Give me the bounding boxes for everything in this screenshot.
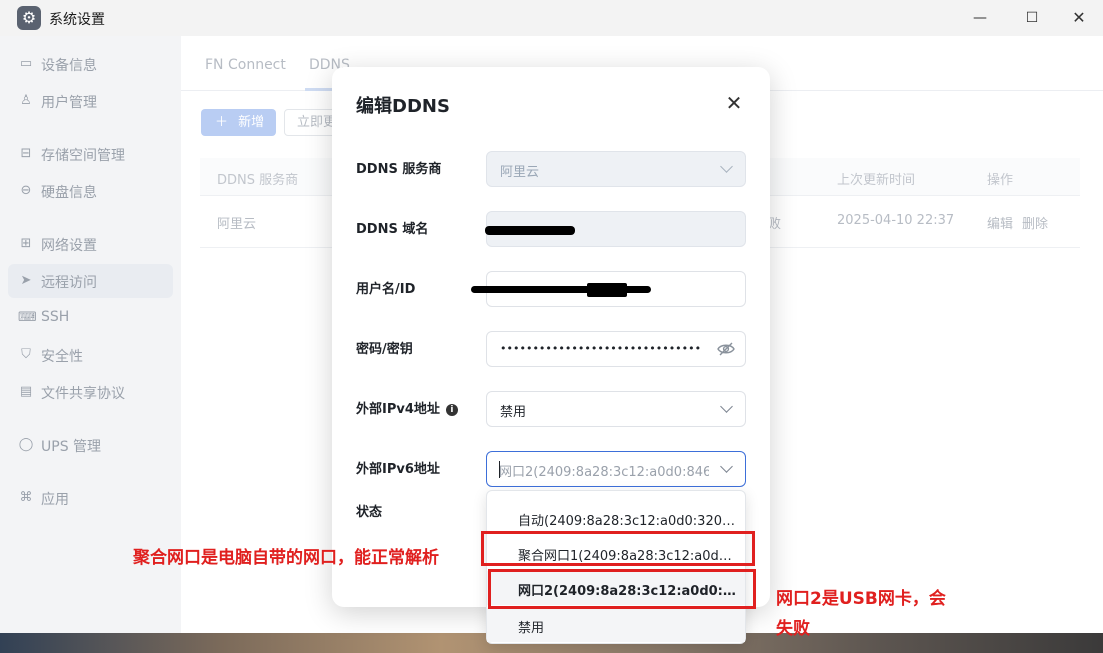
ups-icon: ◯ (18, 437, 34, 452)
sidebar-item-device-info[interactable]: ▭ 设备信息 (8, 47, 173, 81)
add-button-label: 新增 (238, 115, 265, 130)
sidebar-item-disks[interactable]: ⊖ 硬盘信息 (8, 174, 173, 208)
dropdown-option-disabled[interactable]: 禁用 (487, 608, 745, 642)
domain-label: DDNS 域名 (356, 222, 429, 237)
sidebar-item-security[interactable]: ⛉ 安全性 (8, 338, 173, 372)
storage-icon: ⊟ (20, 146, 32, 161)
chevron-down-icon (719, 401, 735, 417)
ipv6-select[interactable]: 网口2(2409:8a28:3c12:a0d0:8462:6 (486, 451, 746, 487)
close-icon[interactable]: ✕ (722, 91, 746, 115)
close-window-button[interactable]: ✕ (1065, 6, 1093, 30)
username-field[interactable] (471, 271, 746, 307)
password-value: ••••••••••••••••••••••••••••••• (500, 342, 702, 355)
ipv4-value: 禁用 (500, 405, 527, 420)
sidebar-item-network[interactable]: ⊞ 网络设置 (8, 227, 173, 261)
ipv6-dropdown-menu: 自动(2409:8a28:3c12:a0d0:3204:3... 聚合网口1(2… (486, 490, 746, 644)
gear-icon: ⚙ (17, 6, 41, 30)
sidebar-item-label: 用户管理 (41, 95, 97, 111)
remote-access-icon: ➤ (20, 273, 32, 288)
dropdown-option-auto[interactable]: 自动(2409:8a28:3c12:a0d0:3204:3... (487, 501, 745, 535)
provider-select[interactable]: 阿里云 (486, 151, 746, 187)
sidebar-item-label: 网络设置 (41, 238, 97, 254)
chevron-down-icon (719, 461, 735, 477)
title-bar: ⚙ 系统设置 — ☐ ✕ (0, 0, 1103, 36)
annotation-note-left: 聚合网口是电脑自带的网口，能正常解析 (133, 548, 439, 568)
sidebar-item-label: 安全性 (41, 349, 83, 365)
sidebar-item-label: 设备信息 (41, 58, 97, 74)
disk-icon: ⊖ (20, 183, 32, 198)
status-label: 状态 (356, 505, 383, 520)
domain-field[interactable] (485, 211, 746, 247)
delete-link[interactable]: 删除 (1022, 213, 1048, 232)
sidebar-item-label: 文件共享协议 (41, 386, 125, 402)
password-field[interactable]: ••••••••••••••••••••••••••••••• (486, 331, 746, 367)
provider-label: DDNS 服务商 (356, 162, 442, 177)
annotation-box-bond (481, 531, 755, 566)
sidebar-item-label: SSH (41, 309, 70, 325)
file-share-icon: ▤ (19, 384, 33, 399)
dialog-title: 编辑DDNS (356, 96, 450, 117)
minimize-button[interactable]: — (966, 6, 994, 30)
sidebar-item-remote-access[interactable]: ➤ 远程访问 (8, 264, 173, 298)
window-title: 系统设置 (49, 12, 105, 28)
maximize-button[interactable]: ☐ (1018, 6, 1046, 30)
sidebar-item-label: 远程访问 (41, 275, 97, 291)
option-label: 自动(2409:8a28:3c12:a0d0:3204:3... (518, 514, 738, 529)
column-header-provider: DDNS 服务商 (217, 173, 299, 188)
eye-off-icon[interactable] (717, 342, 735, 356)
cell-provider: 阿里云 (217, 217, 257, 232)
chevron-down-icon (719, 161, 735, 177)
annotation-box-port2 (488, 569, 756, 609)
tab-fn-connect[interactable]: FN Connect (205, 57, 286, 73)
redaction-mark (587, 283, 627, 297)
password-label: 密码/密钥 (356, 342, 413, 357)
ipv4-label-text: 外部IPv4地址 (356, 402, 440, 417)
ipv4-label: 外部IPv4地址 i (356, 398, 458, 417)
annotation-note-right-line1: 网口2是USB网卡，会 (776, 589, 946, 609)
shield-icon: ⛉ (21, 347, 31, 362)
ssh-icon: ⌨ (18, 310, 37, 325)
annotation-note-right-line2: 失败 (776, 619, 810, 639)
ipv6-value: 网口2(2409:8a28:3c12:a0d0:8462:6 (499, 465, 709, 480)
info-icon[interactable]: i (445, 404, 458, 416)
sidebar-item-ssh[interactable]: ⌨ SSH (8, 301, 173, 335)
option-label: 禁用 (518, 621, 545, 636)
network-icon: ⊞ (20, 236, 32, 251)
user-icon: ♙ (20, 93, 32, 108)
provider-value: 阿里云 (500, 165, 540, 180)
sidebar-item-users[interactable]: ♙ 用户管理 (8, 84, 173, 118)
ipv6-label: 外部IPv6地址 (356, 462, 440, 477)
add-button[interactable]: ＋ 新增 (201, 109, 276, 136)
sidebar-item-label: 存储空间管理 (41, 148, 125, 164)
sidebar-item-label: 应用 (41, 492, 69, 508)
column-header-actions: 操作 (987, 173, 1014, 188)
sidebar-item-file-sharing[interactable]: ▤ 文件共享协议 (8, 375, 173, 409)
column-header-last-update: 上次更新时间 (837, 173, 916, 188)
sidebar-item-storage[interactable]: ⊟ 存储空间管理 (8, 137, 173, 171)
sidebar-item-ups[interactable]: ◯ UPS 管理 (8, 428, 173, 462)
ipv4-select[interactable]: 禁用 (486, 391, 746, 427)
apps-icon: ⌘ (19, 490, 33, 505)
edit-link[interactable]: 编辑 (987, 213, 1013, 232)
sidebar-item-apps[interactable]: ⌘ 应用 (8, 481, 173, 515)
plus-icon: ＋ (215, 115, 229, 130)
redaction-mark (485, 226, 575, 235)
sidebar-item-label: UPS 管理 (41, 439, 102, 455)
sidebar-item-label: 硬盘信息 (41, 185, 97, 201)
device-info-icon: ▭ (19, 56, 33, 71)
cell-last-update: 2025-04-10 22:37 (837, 213, 955, 228)
username-label: 用户名/ID (356, 282, 416, 297)
